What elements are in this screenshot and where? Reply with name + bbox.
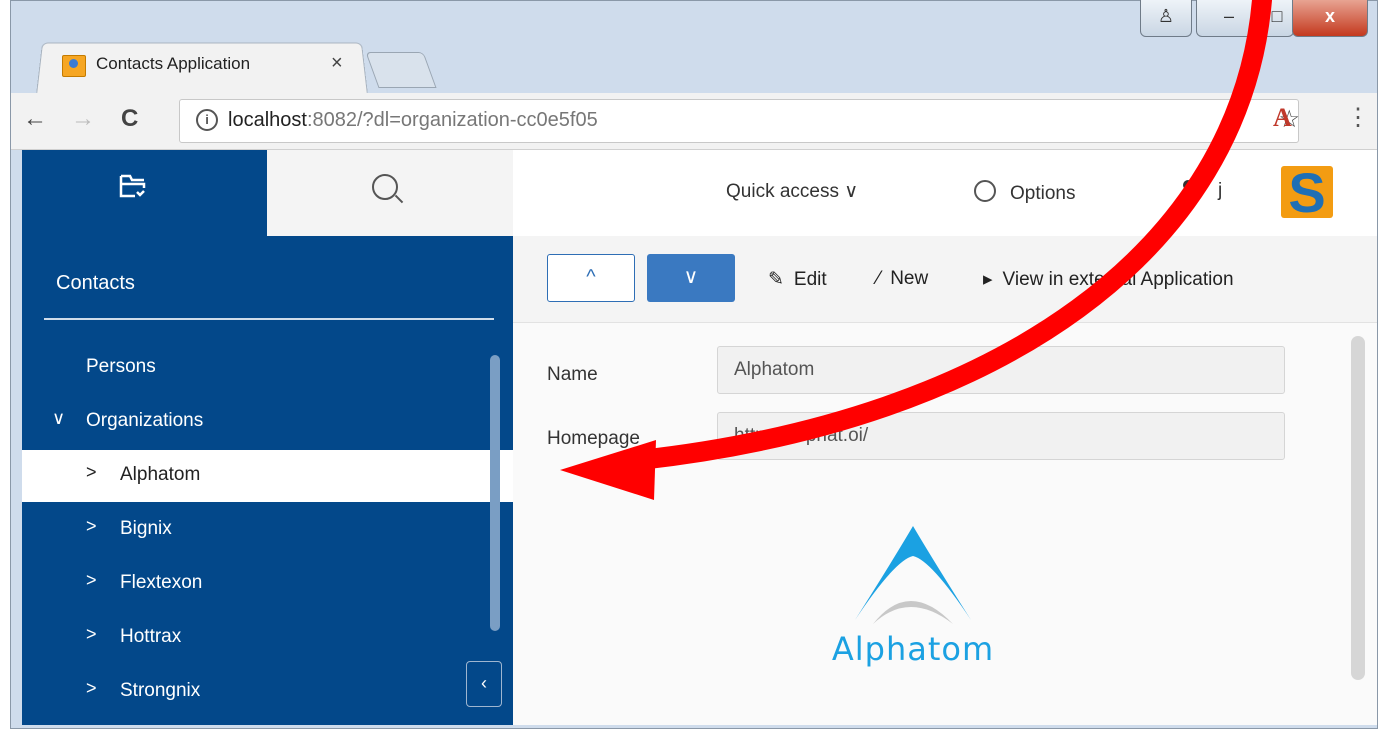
maximize-icon: □ <box>1271 6 1283 26</box>
tab-favicon-icon <box>62 55 86 77</box>
navigate-up-button[interactable]: ^ <box>547 254 635 302</box>
forward-icon[interactable]: → <box>71 105 95 133</box>
gear-icon <box>974 180 996 202</box>
main-scrollbar[interactable] <box>1351 336 1365 680</box>
homepage-label: Homepage <box>547 428 640 449</box>
tree-item-bignix[interactable]: > Bignix <box>22 504 513 556</box>
url-text: localhost:8082/?dl=organization-cc0e5f05 <box>228 109 598 132</box>
search-tab[interactable] <box>267 150 513 236</box>
tree-item-label: Persons <box>86 356 156 377</box>
outline-tab[interactable] <box>22 150 267 236</box>
chevron-right-icon[interactable]: > <box>86 570 97 591</box>
url-host: localhost <box>228 109 307 131</box>
outline-folder-icon <box>119 174 146 198</box>
new-label: New <box>890 268 929 289</box>
tree-item-label: Organizations <box>86 410 204 431</box>
main-panel: Quick access ∨ Options j S ^ ∨ ✎ Edit ⁄ Ne… <box>513 150 1377 725</box>
tree-item-label: Hottrax <box>120 626 182 647</box>
view-external-label: View in external Application <box>1002 269 1234 290</box>
play-icon: ▸ <box>983 269 993 290</box>
homepage-field[interactable]: https://alphat.oi/ <box>717 412 1285 460</box>
browser-toolbar: ← → C i localhost:8082/?dl=organization-… <box>11 93 1377 150</box>
tree-item-alphatom[interactable]: > Alphatom <box>22 450 513 502</box>
chevron-right-icon[interactable]: > <box>86 678 97 699</box>
info-icon[interactable]: i <box>196 109 218 131</box>
tree-item-strongnix[interactable]: > Strongnix <box>22 666 513 718</box>
pencil-icon: ✎ <box>768 269 784 290</box>
name-label: Name <box>547 364 598 385</box>
back-icon[interactable]: ← <box>23 105 47 133</box>
close-icon: x <box>1324 6 1335 26</box>
options-label: Options <box>1010 183 1076 204</box>
tree-item-hottrax[interactable]: > Hottrax <box>22 612 513 664</box>
user-name[interactable]: j <box>1218 180 1222 202</box>
app-header: Quick access ∨ Options j S <box>513 150 1377 237</box>
chevron-down-icon[interactable]: ∨ <box>52 408 65 429</box>
acrobat-extension-icon[interactable]: A <box>1273 103 1292 133</box>
tree-item-flextexon[interactable]: > Flextexon <box>22 558 513 610</box>
name-field[interactable]: Alphatom <box>717 346 1285 394</box>
browser-menu-icon[interactable]: ⋮ <box>1346 103 1370 132</box>
action-bar: ^ ∨ ✎ Edit ⁄ New ▸ View in external Applica… <box>513 236 1377 323</box>
maximize-button[interactable]: □ <box>1260 0 1294 37</box>
browser-tab[interactable]: Contacts Application × <box>36 40 368 95</box>
tree-item-label: Bignix <box>120 518 172 539</box>
edit-label: Edit <box>793 269 827 290</box>
sidebar-divider <box>44 318 494 320</box>
view-external-button[interactable]: ▸ View in external Application <box>983 268 1234 291</box>
tree-item-label: Flextexon <box>120 572 203 593</box>
user-profile-icon: ♙ <box>1157 6 1175 26</box>
collapse-sidebar-button[interactable]: ‹ <box>466 661 502 707</box>
app-logo: S <box>1281 161 1333 224</box>
sidebar-tabs <box>22 150 513 236</box>
user-profile-button[interactable]: ♙ <box>1140 0 1192 37</box>
sidebar: Contacts Persons ∨ Organizations > Alpha… <box>22 150 513 725</box>
new-button[interactable]: ⁄ New <box>877 268 928 290</box>
alphatom-logo-mark <box>855 526 971 624</box>
magic-wand-icon: ⁄ <box>877 268 881 289</box>
tree-item-organizations[interactable]: ∨ Organizations <box>22 396 513 448</box>
edit-button[interactable]: ✎ Edit <box>768 268 827 291</box>
app-area: Contacts Persons ∨ Organizations > Alpha… <box>22 150 1377 725</box>
tree-item-label: Strongnix <box>120 680 201 701</box>
close-window-button[interactable]: x <box>1292 0 1368 37</box>
minimize-button[interactable]: – <box>1196 0 1262 37</box>
company-logo-text: Alphatom <box>831 630 995 668</box>
chevron-right-icon[interactable]: > <box>86 624 97 645</box>
url-path: :8082/?dl=organization-cc0e5f05 <box>306 109 598 131</box>
options-menu[interactable]: Options <box>974 180 1075 205</box>
tree-item-label: Alphatom <box>120 464 201 485</box>
company-logo-image: Alphatom <box>813 520 1013 670</box>
reload-icon[interactable]: C <box>121 105 138 133</box>
tab-title: Contacts Application <box>96 54 251 73</box>
search-icon <box>372 174 398 200</box>
quick-access-menu[interactable]: Quick access ∨ <box>726 180 858 203</box>
navigate-down-button[interactable]: ∨ <box>647 254 735 302</box>
address-bar[interactable]: i localhost:8082/?dl=organization-cc0e5f… <box>179 99 1300 143</box>
user-icon[interactable] <box>1178 180 1198 200</box>
logo-letter: S <box>1288 161 1326 224</box>
chevron-right-icon[interactable]: > <box>86 516 97 537</box>
minimize-icon: – <box>1223 6 1234 26</box>
chevron-right-icon[interactable]: > <box>86 462 97 483</box>
sidebar-title: Contacts <box>56 272 135 294</box>
tab-close-icon[interactable]: × <box>331 52 343 75</box>
sidebar-scrollbar[interactable] <box>490 355 500 631</box>
tree-item-persons[interactable]: Persons <box>22 342 513 394</box>
